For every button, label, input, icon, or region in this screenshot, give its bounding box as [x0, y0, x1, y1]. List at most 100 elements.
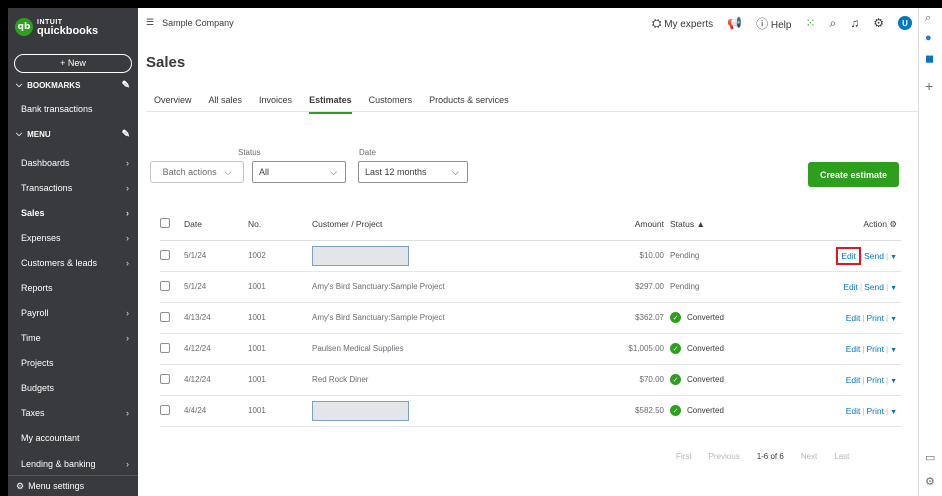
- batch-actions-button[interactable]: Batch actions ⌵: [150, 161, 244, 183]
- number-cell: 1001: [248, 333, 312, 365]
- col-no[interactable]: No.: [248, 209, 312, 241]
- customer-cell[interactable]: Amy's Bird Sanctuary:Sample Project: [312, 282, 445, 291]
- more-actions-caret-icon[interactable]: ▼: [890, 409, 897, 416]
- sidebar-item-my-accountant[interactable]: My accountant: [8, 426, 138, 450]
- table-row[interactable]: 5/1/24 1002 $10.00 Pending Edit | Send | ▼: [160, 240, 901, 272]
- col-amount[interactable]: Amount: [562, 209, 670, 241]
- gear-icon[interactable]: ⚙: [925, 475, 935, 488]
- customer-cell[interactable]: Paulsen Medical Supplies: [312, 344, 404, 353]
- date-cell: 4/4/24: [184, 395, 248, 427]
- send-link[interactable]: Send: [864, 282, 884, 292]
- sidebar-item-lending-banking[interactable]: Lending & banking ›: [8, 452, 138, 476]
- date-cell: 4/12/24: [184, 333, 248, 365]
- sidebar-item-expenses[interactable]: Expenses ›: [8, 226, 138, 250]
- amount-cell: $70.00: [562, 364, 670, 396]
- customer-cell[interactable]: Red Rock Diner: [312, 375, 368, 384]
- pager-first[interactable]: First: [676, 452, 692, 461]
- sidebar-item-customers-leads[interactable]: Customers & leads ›: [8, 251, 138, 275]
- pager-last[interactable]: Last: [834, 452, 849, 461]
- add-icon[interactable]: +: [925, 78, 933, 94]
- send-link[interactable]: Send: [864, 251, 884, 261]
- row-checkbox[interactable]: [160, 404, 170, 415]
- edit-link[interactable]: Edit: [846, 344, 861, 354]
- menu-header[interactable]: ⌵ MENU ✎: [8, 125, 138, 143]
- status-text: Converted: [687, 406, 724, 415]
- my-experts-button[interactable]: ⛭ My experts: [652, 16, 713, 31]
- status-text: Pending: [670, 251, 700, 260]
- announcements-icon[interactable]: 📢: [727, 16, 742, 30]
- redacted-customer: [312, 245, 409, 266]
- sidebar-item-time[interactable]: Time ›: [8, 326, 138, 350]
- col-customer[interactable]: Customer / Project: [312, 209, 562, 241]
- table-row[interactable]: 4/12/24 1001 Red Rock Diner $70.00 ✓ Converte…: [160, 364, 901, 396]
- table-row[interactable]: 5/1/24 1001 Amy's Bird Sanctuary:Sample Pr…: [160, 271, 901, 303]
- table-settings-gear-icon[interactable]: ⚙: [889, 219, 897, 229]
- edit-bookmarks-icon[interactable]: ✎: [122, 80, 130, 91]
- row-checkbox[interactable]: [160, 373, 170, 384]
- print-link[interactable]: Print: [867, 375, 884, 385]
- gear-icon[interactable]: ⚙: [873, 16, 884, 30]
- redacted-customer: [312, 400, 409, 421]
- row-checkbox[interactable]: [160, 311, 170, 322]
- customer-cell[interactable]: Amy's Bird Sanctuary:Sample Project: [312, 313, 445, 322]
- table-row[interactable]: 4/12/24 1001 Paulsen Medical Supplies $1,00…: [160, 333, 901, 365]
- sidebar-item-payroll[interactable]: Payroll ›: [8, 301, 138, 325]
- pager-next[interactable]: Next: [801, 452, 817, 461]
- status-filter-select[interactable]: All ⌵: [252, 161, 346, 183]
- sidebar-item-taxes[interactable]: Taxes ›: [8, 401, 138, 425]
- print-link[interactable]: Print: [867, 344, 884, 354]
- edit-link[interactable]: Edit: [846, 375, 861, 385]
- chevron-right-icon: ›: [126, 233, 129, 243]
- bookmarks-header[interactable]: ⌵ BOOKMARKS ✎: [8, 76, 138, 94]
- outlook-icon[interactable]: ◼: [925, 52, 934, 65]
- row-checkbox[interactable]: [160, 342, 170, 353]
- col-date[interactable]: Date: [184, 209, 248, 241]
- row-checkbox[interactable]: [160, 280, 170, 291]
- more-actions-caret-icon[interactable]: ▼: [890, 285, 897, 292]
- help-button[interactable]: ⓘ Help: [756, 15, 791, 32]
- search-icon[interactable]: ⌕: [925, 12, 931, 25]
- sidebar-item-bank-transactions[interactable]: Bank transactions: [8, 97, 138, 121]
- sidebar-item-reports[interactable]: Reports: [8, 276, 138, 300]
- search-icon[interactable]: ⌕: [830, 16, 837, 31]
- company-name: Sample Company: [162, 17, 234, 28]
- col-action: Action ⚙: [790, 209, 901, 241]
- edit-link[interactable]: Edit: [843, 282, 858, 292]
- edit-menu-icon[interactable]: ✎: [122, 129, 130, 140]
- sidebar-item-budgets[interactable]: Budgets: [8, 376, 138, 400]
- table-row[interactable]: 4/4/24 1001 $582.50 ✓ Converted Edit | Print | ▼: [160, 395, 901, 427]
- monitor-icon[interactable]: ▭: [925, 451, 935, 464]
- copilot-icon[interactable]: ●: [925, 32, 932, 44]
- quickbooks-logo[interactable]: qb INTUIT quickbooks: [15, 16, 98, 38]
- print-link[interactable]: Print: [867, 313, 884, 323]
- status-text: Converted: [687, 313, 724, 322]
- sidebar-item-transactions[interactable]: Transactions ›: [8, 176, 138, 200]
- action-separator: |: [860, 251, 863, 261]
- bookmarks-label: BOOKMARKS: [27, 80, 81, 90]
- print-link[interactable]: Print: [867, 406, 884, 416]
- sidebar-item-dashboards[interactable]: Dashboards ›: [8, 151, 138, 175]
- edit-link[interactable]: Edit: [846, 406, 861, 416]
- more-actions-caret-icon[interactable]: ▼: [890, 347, 897, 354]
- menu-settings-button[interactable]: ⚙ Menu settings: [8, 475, 138, 496]
- new-button[interactable]: + New: [14, 54, 132, 73]
- col-status[interactable]: Status ▲: [670, 209, 790, 241]
- date-filter-select[interactable]: Last 12 months ⌵: [358, 161, 468, 183]
- chevron-down-icon: ⌵: [224, 166, 232, 177]
- create-estimate-button[interactable]: Create estimate: [808, 162, 899, 187]
- select-all-checkbox[interactable]: [160, 218, 170, 229]
- bell-icon[interactable]: ♫: [850, 16, 859, 30]
- table-row[interactable]: 4/13/24 1001 Amy's Bird Sanctuary:Sample P…: [160, 302, 901, 334]
- collapse-menu-icon[interactable]: ☰: [146, 17, 154, 28]
- sidebar-item-projects[interactable]: Projects: [8, 351, 138, 375]
- pager-previous[interactable]: Previous: [709, 452, 740, 461]
- edit-link[interactable]: Edit: [836, 246, 861, 265]
- more-actions-caret-icon[interactable]: ▼: [890, 316, 897, 323]
- more-actions-caret-icon[interactable]: ▼: [890, 378, 897, 385]
- row-checkbox[interactable]: [160, 249, 170, 260]
- more-actions-caret-icon[interactable]: ▼: [890, 254, 897, 261]
- edit-link[interactable]: Edit: [846, 313, 861, 323]
- avatar[interactable]: U: [898, 16, 912, 30]
- apps-grid-icon[interactable]: ⁙: [805, 16, 815, 30]
- sidebar-item-sales[interactable]: Sales ›: [8, 201, 138, 225]
